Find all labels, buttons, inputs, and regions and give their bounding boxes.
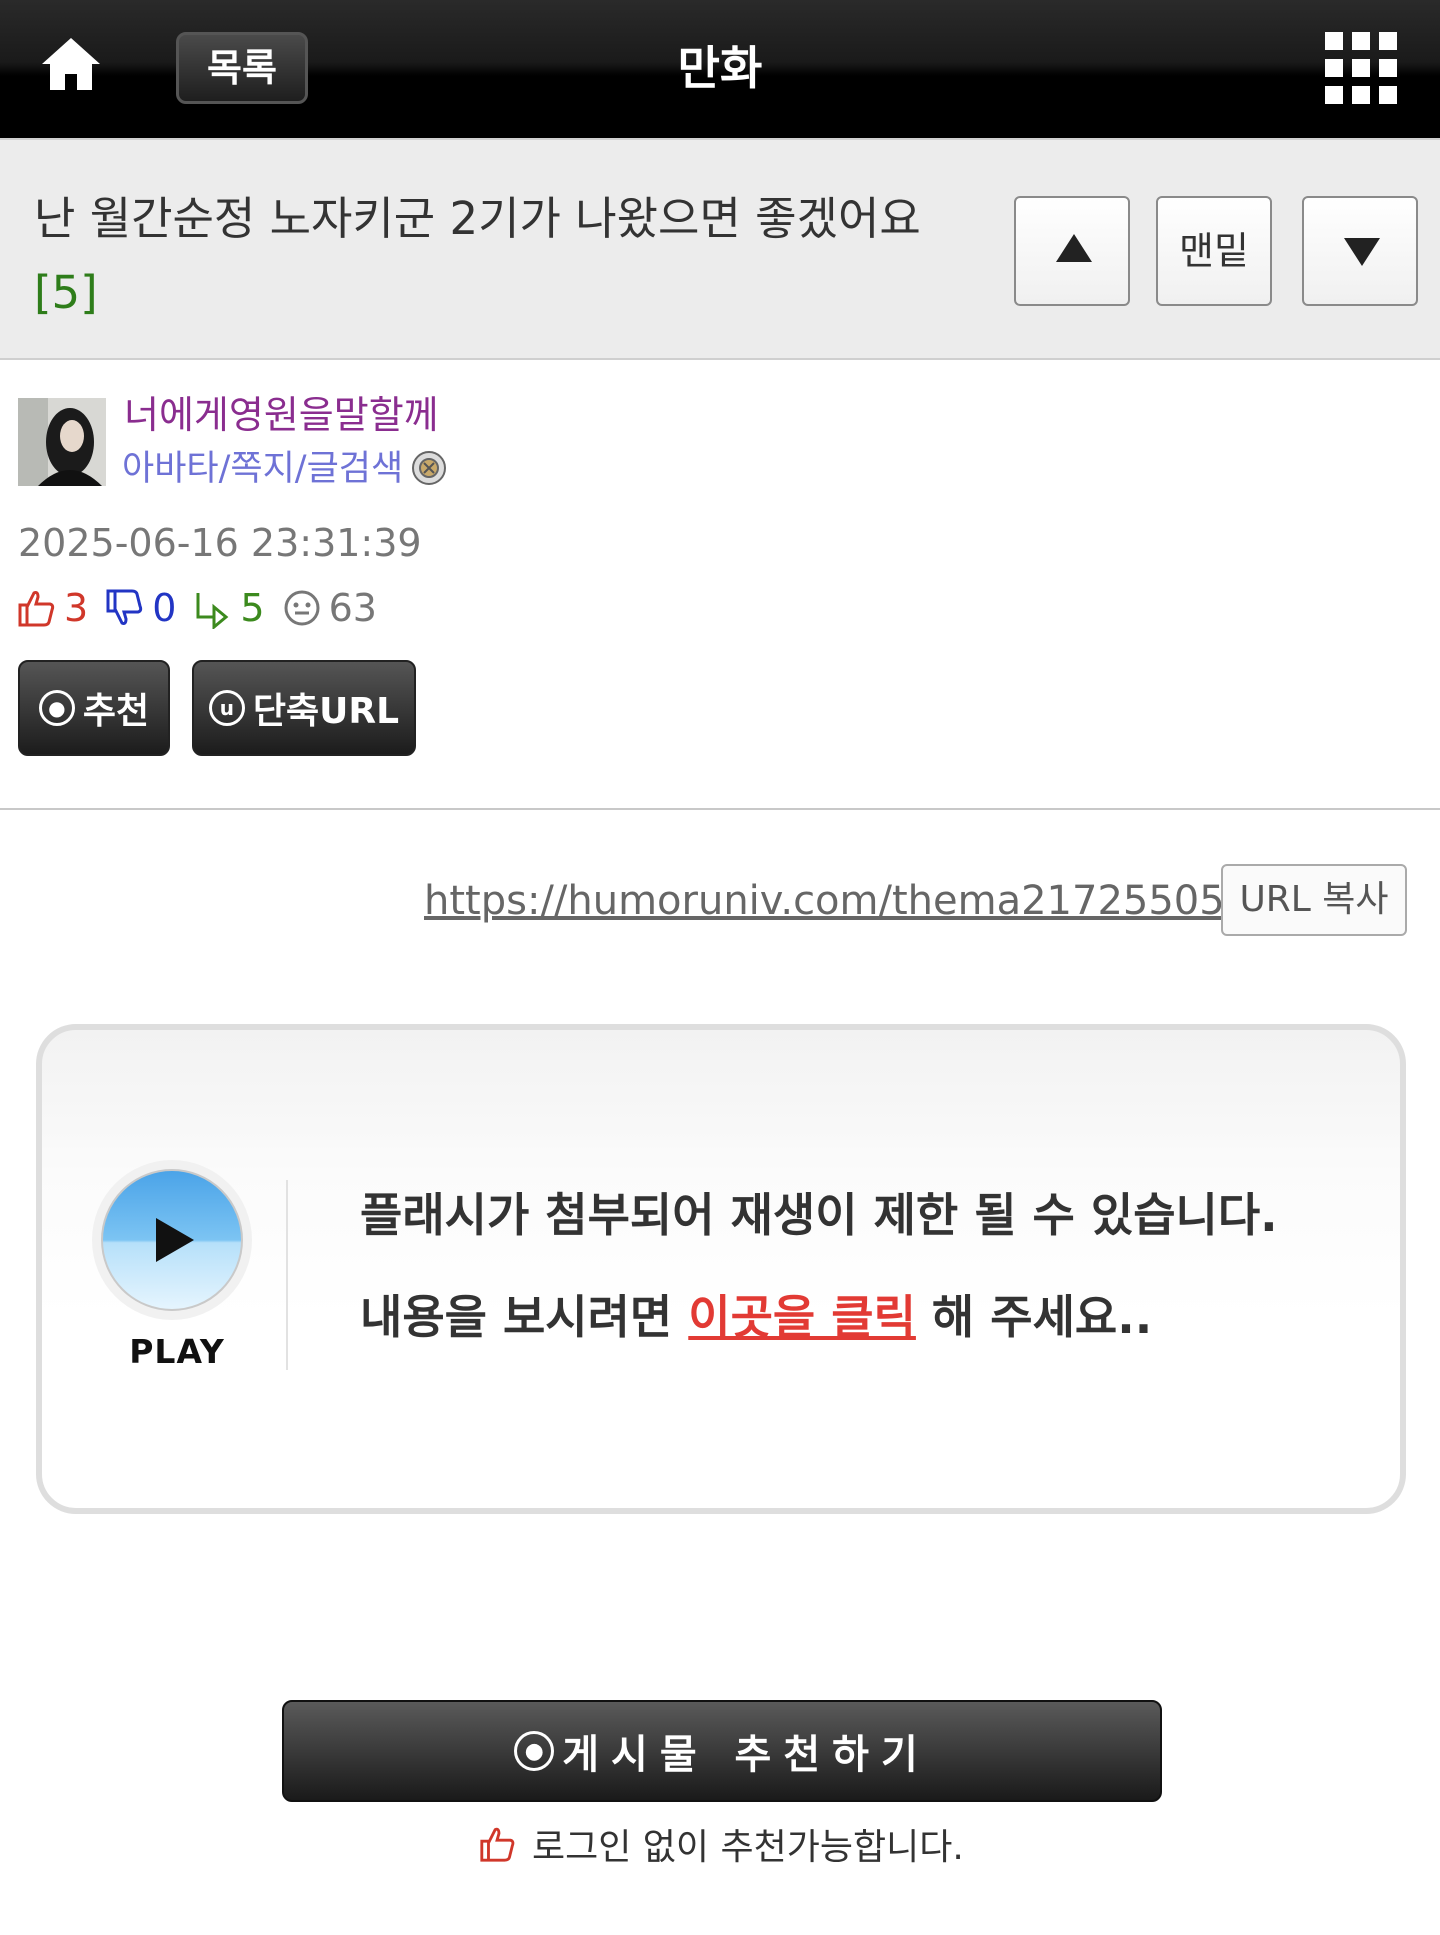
post-recommend-label: 게시물 추천하기 bbox=[562, 1732, 930, 1778]
level-badge-icon bbox=[411, 450, 447, 486]
prev-post-button[interactable] bbox=[1014, 196, 1130, 306]
post-title-text: 난 월간순정 노자키군 2기가 나왔으면 좋겠어요 bbox=[34, 192, 921, 245]
grid-menu-icon[interactable] bbox=[1325, 32, 1397, 104]
recommend-note: 로그인 없이 추천가능합니다. bbox=[478, 1816, 964, 1872]
arrow-down-icon bbox=[1344, 238, 1380, 266]
recommend-label: 추천 bbox=[82, 691, 150, 732]
u-circle-icon: u bbox=[208, 690, 245, 726]
post-title-area: 난 월간순정 노자키군 2기가 나왔으면 좋겠어요 [5] 맨밑 bbox=[0, 138, 1440, 360]
reply-stat: 5 bbox=[192, 586, 265, 630]
list-button[interactable]: 목록 bbox=[176, 32, 308, 104]
face-icon bbox=[284, 590, 320, 626]
board-title: 만화 bbox=[677, 41, 763, 95]
author-links-text[interactable]: 아바타/쪽지/글검색 bbox=[122, 449, 403, 489]
flash-warning-text: 플래시가 첨부되어 재생이 제한 될 수 있습니다. bbox=[360, 1188, 1278, 1242]
recommend-note-text: 로그인 없이 추천가능합니다. bbox=[532, 1827, 964, 1868]
short-url-label: 단축URL bbox=[252, 691, 400, 732]
view-count: 63 bbox=[328, 586, 377, 630]
author-name[interactable]: 너에게영원을말할께 bbox=[124, 390, 439, 440]
avatar[interactable] bbox=[18, 398, 106, 486]
home-icon[interactable] bbox=[38, 32, 104, 98]
url-copy-button[interactable]: URL 복사 bbox=[1221, 864, 1407, 936]
play-label: PLAY bbox=[129, 1332, 225, 1371]
upvote-count: 3 bbox=[64, 586, 89, 630]
flash-instruction: 내용을 보시려면 이곳을 클릭 해 주세요.. bbox=[360, 1282, 1152, 1352]
section-divider bbox=[0, 808, 1440, 810]
go-bottom-label: 맨밑 bbox=[1179, 229, 1249, 273]
flash-instruction-before: 내용을 보시려면 bbox=[360, 1290, 689, 1344]
upvote-stat: 3 bbox=[16, 586, 88, 630]
go-bottom-button[interactable]: 맨밑 bbox=[1156, 196, 1272, 306]
reply-count: 5 bbox=[240, 586, 265, 630]
downvote-count: 0 bbox=[152, 586, 177, 630]
view-stat: 63 bbox=[281, 586, 377, 630]
next-post-button[interactable] bbox=[1302, 196, 1418, 306]
post-title: 난 월간순정 노자키군 2기가 나왔으면 좋겠어요 [5] bbox=[34, 182, 944, 330]
recommend-circle-icon: ● bbox=[514, 1731, 555, 1771]
flash-instruction-after: 해 주세요.. bbox=[915, 1290, 1153, 1344]
flash-click-link[interactable]: 이곳을 클릭 bbox=[688, 1290, 916, 1344]
thumbs-up-icon bbox=[480, 1827, 515, 1862]
short-url-button[interactable]: u 단축URL bbox=[192, 660, 416, 756]
post-url-link[interactable]: https://humoruniv.com/thema21725505 bbox=[424, 870, 1225, 932]
reply-arrow-icon bbox=[196, 593, 229, 629]
thumbs-down-icon bbox=[106, 589, 143, 625]
post-date: 2025-06-16 23:31:39 bbox=[18, 521, 422, 565]
author-links: 아바타/쪽지/글검색 bbox=[122, 444, 447, 494]
recommend-circle-icon: ● bbox=[38, 690, 75, 726]
post-stats: 3 0 5 63 bbox=[16, 580, 393, 636]
thumbs-up-icon bbox=[18, 591, 55, 627]
flash-notice-box: PLAY 플래시가 첨부되어 재생이 제한 될 수 있습니다. 내용을 보시려면… bbox=[36, 1024, 1406, 1514]
recommend-button[interactable]: ● 추천 bbox=[18, 660, 170, 756]
post-recommend-button[interactable]: ● 게시물 추천하기 bbox=[282, 1700, 1162, 1802]
comment-count[interactable]: [5] bbox=[34, 266, 98, 319]
arrow-up-icon bbox=[1056, 234, 1092, 262]
top-nav-bar: 목록 만화 bbox=[0, 0, 1440, 138]
flash-separator bbox=[286, 1180, 288, 1370]
downvote-stat: 0 bbox=[104, 586, 176, 630]
play-icon[interactable] bbox=[90, 1158, 254, 1322]
